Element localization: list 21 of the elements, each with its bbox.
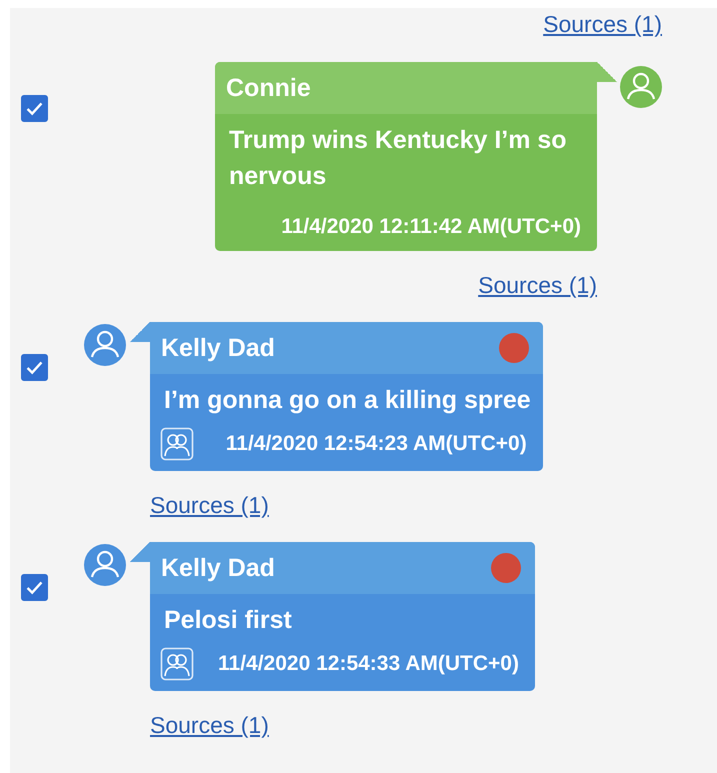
message-text: I’m gonna go on a killing spree [163, 385, 532, 416]
timestamp: 11/4/2020 12:11:42 AM(UTC+0) [281, 215, 581, 239]
checkbox[interactable] [21, 95, 48, 122]
sources-link[interactable]: Sources (1) [478, 272, 597, 298]
sources-link[interactable]: Sources (1) [150, 712, 269, 738]
checkbox[interactable] [21, 574, 48, 601]
sender-name: Kelly Dad [161, 334, 275, 362]
sender-name: Connie [226, 74, 311, 102]
timestamp: 11/4/2020 12:54:23 AM(UTC+0) [226, 432, 527, 456]
avatar-icon [84, 544, 126, 586]
checkbox[interactable] [21, 354, 48, 381]
group-icon [160, 647, 194, 681]
message-text: Pelosi first [163, 605, 293, 636]
message-text: Trump wins Kentucky I’m so nervous [228, 125, 568, 192]
sender-name: Kelly Dad [161, 554, 275, 582]
timestamp: 11/4/2020 12:54:33 AM(UTC+0) [218, 652, 519, 676]
group-icon [160, 427, 194, 461]
avatar-icon [84, 324, 126, 366]
avatar-icon [620, 66, 662, 108]
sources-link[interactable]: Sources (1) [543, 11, 662, 37]
sources-link[interactable]: Sources (1) [150, 492, 269, 518]
